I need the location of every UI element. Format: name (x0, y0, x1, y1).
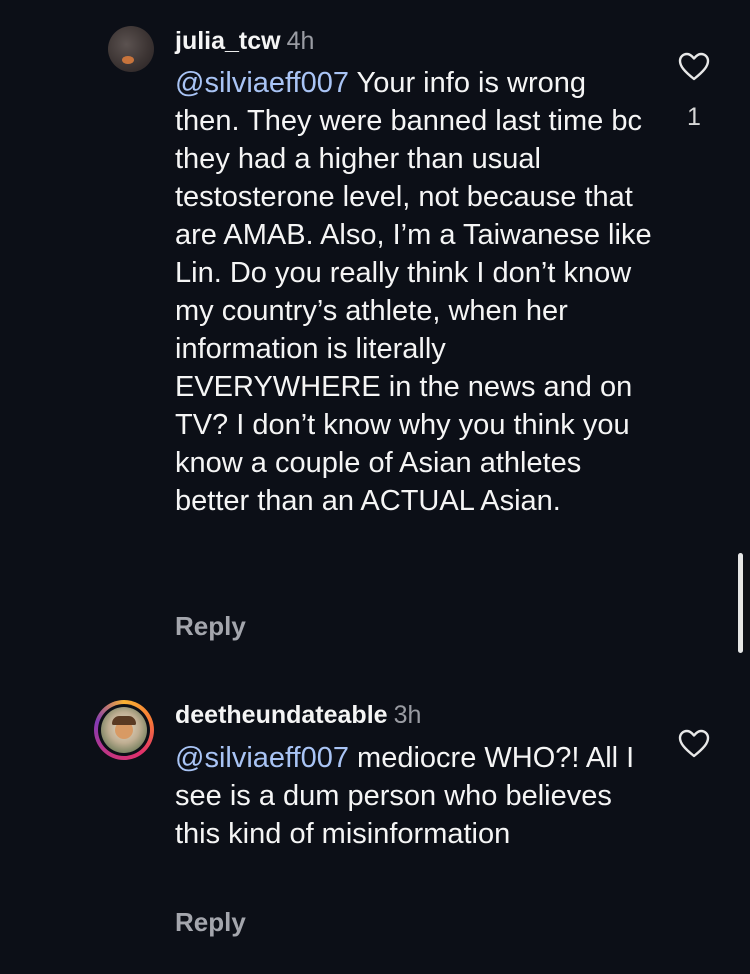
comment-julia-tcw: julia_tcw 4h @silviaeff007 Your info is w… (0, 26, 750, 666)
comment-body: Your info is wrong then. They were banne… (175, 67, 652, 517)
scrollbar[interactable] (738, 553, 743, 653)
username[interactable]: deetheundateable (175, 701, 388, 729)
timestamp: 3h (393, 701, 422, 729)
comment-text: @silviaeff007 mediocre WHO?! All I see i… (175, 739, 645, 853)
comment-header: julia_tcw 4h (175, 26, 314, 56)
reply-button[interactable]: Reply (175, 611, 246, 641)
avatar[interactable] (108, 26, 154, 72)
avatar (101, 707, 147, 753)
comment-deetheundateable: deetheundateable 3h @silviaeff007 mediocr… (0, 700, 750, 950)
like-count: 1 (687, 103, 701, 131)
mention-link[interactable]: @silviaeff007 (175, 742, 349, 774)
username[interactable]: julia_tcw (175, 27, 281, 55)
timestamp: 4h (286, 27, 315, 55)
avatar-photo-detail (112, 716, 136, 725)
comment-text: @silviaeff007 Your info is wrong then. T… (175, 64, 655, 520)
heart-icon[interactable] (678, 52, 710, 82)
reply-button[interactable]: Reply (175, 907, 246, 937)
comment-header: deetheundateable 3h (175, 700, 421, 730)
avatar-photo-detail (122, 56, 134, 64)
heart-icon[interactable] (678, 729, 710, 759)
avatar-story-ring[interactable] (94, 700, 154, 760)
mention-link[interactable]: @silviaeff007 (175, 67, 349, 99)
